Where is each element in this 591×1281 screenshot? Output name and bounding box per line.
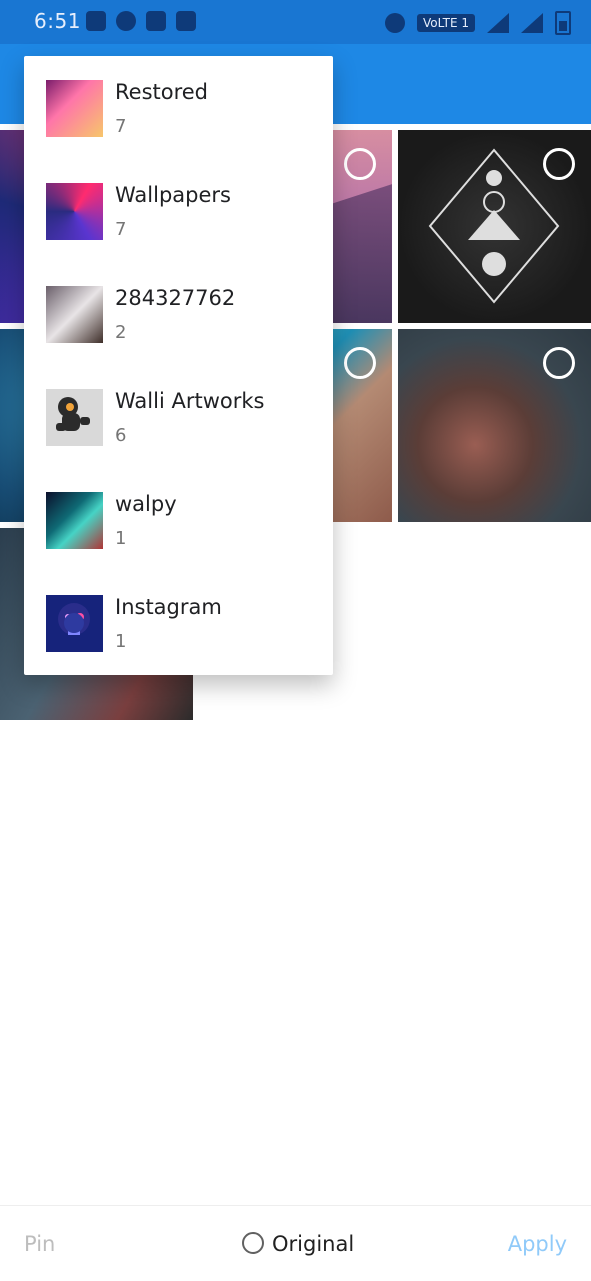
bottom-action-bar: Pin Original Apply [0, 1205, 591, 1281]
signal-icon [487, 13, 509, 33]
album-count: 7 [115, 116, 127, 137]
original-radio-icon[interactable] [242, 1232, 264, 1254]
album-dropdown: Restored 7 Wallpapers 7 284327762 2 Wall… [24, 56, 333, 675]
status-bar: 6:51 VoLTE 1 [0, 0, 591, 44]
image-thumbnail[interactable] [398, 130, 591, 323]
album-item-walpy[interactable]: walpy 1 [24, 468, 333, 571]
album-item-walli-artworks[interactable]: Walli Artworks 6 [24, 365, 333, 468]
volte-badge: VoLTE 1 [416, 14, 475, 32]
album-item-wallpapers[interactable]: Wallpapers 7 [24, 159, 333, 262]
battery-icon [555, 11, 571, 35]
album-thumbnail [46, 389, 103, 446]
hotspot-icon [384, 13, 405, 33]
album-name: walpy [115, 492, 177, 516]
album-thumbnail [46, 80, 103, 137]
pin-button[interactable]: Pin [24, 1232, 55, 1256]
album-item-restored[interactable]: Restored 7 [24, 56, 333, 159]
album-count: 1 [115, 631, 127, 652]
album-name: Restored [115, 80, 209, 104]
album-name: Walli Artworks [115, 389, 265, 413]
notification-icons [86, 11, 196, 31]
select-circle-icon[interactable] [344, 347, 376, 379]
album-thumbnail [46, 286, 103, 343]
album-name: Instagram [115, 595, 222, 619]
album-count: 7 [115, 219, 127, 240]
select-circle-icon[interactable] [543, 148, 575, 180]
astronaut-icon [56, 397, 90, 431]
signal-icon [521, 13, 543, 33]
notes-icon [86, 11, 106, 31]
skull-icon [58, 603, 90, 635]
album-count: 6 [115, 425, 127, 446]
status-time: 6:51 [34, 9, 81, 33]
system-icons: VoLTE 1 [384, 11, 571, 35]
image-icon [176, 11, 196, 31]
album-name: Wallpapers [115, 183, 231, 207]
album-item-instagram[interactable]: Instagram 1 [24, 571, 333, 674]
album-thumbnail [46, 183, 103, 240]
album-item-284327762[interactable]: 284327762 2 [24, 262, 333, 365]
album-count: 1 [115, 528, 127, 549]
phone-icon [116, 11, 136, 31]
select-circle-icon[interactable] [344, 148, 376, 180]
image-thumbnail[interactable] [398, 329, 591, 522]
apply-button[interactable]: Apply [508, 1232, 567, 1256]
album-thumbnail [46, 492, 103, 549]
original-toggle-label[interactable]: Original [272, 1232, 354, 1256]
select-circle-icon[interactable] [543, 347, 575, 379]
album-thumbnail [46, 595, 103, 652]
image-icon [146, 11, 166, 31]
album-name: 284327762 [115, 286, 236, 310]
album-count: 2 [115, 322, 127, 343]
